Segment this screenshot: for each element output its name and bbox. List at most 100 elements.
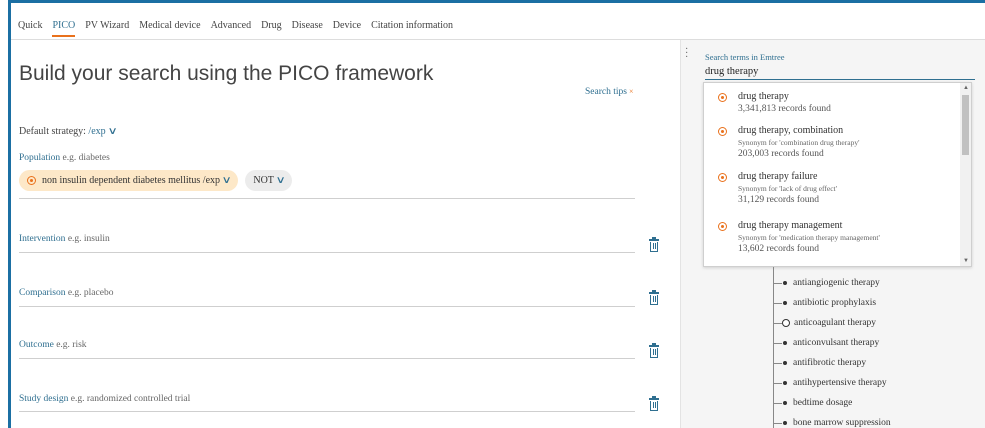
outcome-field[interactable]: Outcome e.g. risk (19, 340, 87, 350)
population-term-chip[interactable]: non insulin dependent diabetes mellitus … (19, 170, 239, 191)
emtree-search-input[interactable] (705, 63, 975, 80)
bullet-icon (783, 381, 787, 385)
strategy-label: Default strategy: (19, 126, 86, 137)
comparison-field-line (19, 306, 635, 307)
tab-quick[interactable]: Quick (18, 20, 42, 37)
default-strategy: Default strategy: /exp ∨ (19, 126, 118, 137)
intervention-example: e.g. insulin (67, 234, 110, 244)
tab-drug[interactable]: Drug (261, 20, 282, 37)
bullet-icon (783, 341, 787, 345)
suggestion-term: drug therapy (738, 91, 789, 102)
tab-pv-wizard[interactable]: PV Wizard (85, 20, 129, 37)
tree-item-label: antifibrotic therapy (793, 358, 867, 368)
suggestion-term: drug therapy, combination (738, 125, 844, 136)
tree-item[interactable]: antihypertensive therapy (773, 376, 887, 390)
suggestion-term: drug therapy failure (738, 171, 818, 182)
suggestion-item[interactable]: drug therapy 3,341,813 records found (718, 91, 958, 114)
suggestion-synonym: Synonym for 'lack of drug effect' (738, 184, 837, 193)
search-tips-link[interactable]: Search tips × (585, 87, 633, 97)
suggestion-term: drug therapy management (738, 220, 843, 231)
tree-item[interactable]: bone marrow suppression (773, 416, 891, 428)
study-design-example: e.g. randomized controlled trial (70, 394, 191, 404)
tab-medical-device[interactable]: Medical device (139, 20, 200, 37)
bullet-icon (783, 301, 787, 305)
trash-icon[interactable] (648, 290, 660, 306)
scroll-down-icon[interactable]: ▼ (963, 258, 969, 264)
comparison-example: e.g. placebo (67, 288, 114, 298)
suggestion-item[interactable]: drug therapy management Synonym for 'med… (718, 220, 958, 254)
suggestion-count: 3,341,813 records found (738, 104, 831, 114)
population-label-text: Population (19, 153, 61, 163)
comparison-label: Comparison (19, 288, 66, 298)
trash-icon[interactable] (648, 396, 660, 412)
population-label: Population e.g. diabetes (19, 153, 110, 163)
study-design-field[interactable]: Study design e.g. randomized controlled … (19, 394, 190, 404)
study-design-field-line (19, 411, 635, 412)
outcome-field-line (19, 358, 635, 359)
intervention-label: Intervention (19, 234, 66, 244)
dropdown-scrollbar[interactable]: ▲ ▼ (960, 83, 971, 266)
emtree-term-icon (718, 93, 727, 102)
tab-pico[interactable]: PICO (52, 20, 76, 37)
emtree-term-icon (27, 176, 36, 185)
emtree-panel: · · · Search terms in Emtree drug therapy … (681, 40, 985, 428)
emtree-label: Search terms in Emtree (705, 52, 785, 62)
tree-item-label: antiangiogenic therapy (793, 278, 880, 288)
bullet-icon (783, 401, 787, 405)
search-tips-label: Search tips (585, 87, 627, 97)
suggestion-synonym: Synonym for 'medication therapy manageme… (738, 233, 880, 242)
tree-item[interactable]: antibiotic prophylaxis (773, 296, 876, 310)
close-icon[interactable]: × (629, 87, 634, 96)
outcome-example: e.g. risk (56, 340, 87, 350)
tab-advanced[interactable]: Advanced (211, 20, 252, 37)
bullet-icon (783, 281, 787, 285)
tree-item-label: anticonvulsant therapy (793, 338, 880, 348)
scroll-thumb[interactable] (962, 95, 969, 155)
tree-item-label: antibiotic prophylaxis (793, 298, 877, 308)
suggestion-item[interactable]: drug therapy, combination Synonym for 'c… (718, 125, 958, 159)
trash-icon[interactable] (648, 343, 660, 359)
tab-disease[interactable]: Disease (292, 20, 323, 37)
bullet-icon (783, 361, 787, 365)
suggestion-item[interactable]: drug therapy failure Synonym for 'lack o… (718, 171, 958, 205)
pico-form: Build your search using the PICO framewo… (11, 40, 681, 428)
tree-item[interactable]: antifibrotic therapy (773, 356, 866, 370)
chevron-down-icon[interactable]: ∨ (275, 175, 285, 186)
suggestion-count: 203,003 records found (738, 149, 824, 159)
emtree-term-icon (718, 173, 727, 182)
chevron-down-icon: ∨ (107, 126, 118, 137)
trash-icon[interactable] (648, 237, 660, 253)
drag-handle-icon[interactable]: · · · (685, 45, 688, 63)
emtree-term-icon (718, 222, 727, 231)
tree-item[interactable]: anticonvulsant therapy (773, 336, 879, 350)
chip-label: non insulin dependent diabetes mellitus … (42, 175, 221, 186)
scroll-up-icon[interactable]: ▲ (963, 85, 969, 91)
tree-item[interactable]: bedtime dosage (773, 396, 852, 410)
tree-item[interactable]: anticoagulant therapy (773, 316, 876, 330)
strategy-value: /exp (88, 126, 106, 137)
tab-device[interactable]: Device (333, 20, 361, 37)
bullet-icon (783, 421, 787, 425)
tree-item[interactable]: antiangiogenic therapy (773, 276, 880, 290)
comparison-field[interactable]: Comparison e.g. placebo (19, 288, 113, 298)
tree-item-label: bedtime dosage (793, 398, 853, 408)
population-chips: non insulin dependent diabetes mellitus … (19, 170, 293, 191)
expand-circle-icon[interactable] (782, 319, 790, 327)
chevron-down-icon[interactable]: ∨ (222, 175, 232, 186)
tab-citation-information[interactable]: Citation information (371, 20, 453, 37)
autocomplete-dropdown: drug therapy 3,341,813 records found dru… (703, 82, 972, 267)
left-edge-strip (0, 0, 11, 428)
outcome-label: Outcome (19, 340, 54, 350)
population-field-line[interactable] (19, 198, 635, 199)
search-tabs: Quick PICO PV Wizard Medical device Adva… (18, 20, 453, 37)
strategy-dropdown[interactable]: /exp ∨ (88, 126, 118, 137)
suggestion-count: 13,602 records found (738, 244, 819, 254)
page-title: Build your search using the PICO framewo… (19, 62, 434, 85)
operator-label: NOT (253, 175, 274, 186)
operator-chip[interactable]: NOT ∨ (245, 170, 293, 191)
suggestion-synonym: Synonym for 'combination drug therapy' (738, 138, 860, 147)
tree-item-label: bone marrow suppression (793, 418, 891, 428)
intervention-field[interactable]: Intervention e.g. insulin (19, 234, 110, 244)
suggestion-count: 31,129 records found (738, 195, 819, 205)
intervention-field-line (19, 252, 635, 253)
